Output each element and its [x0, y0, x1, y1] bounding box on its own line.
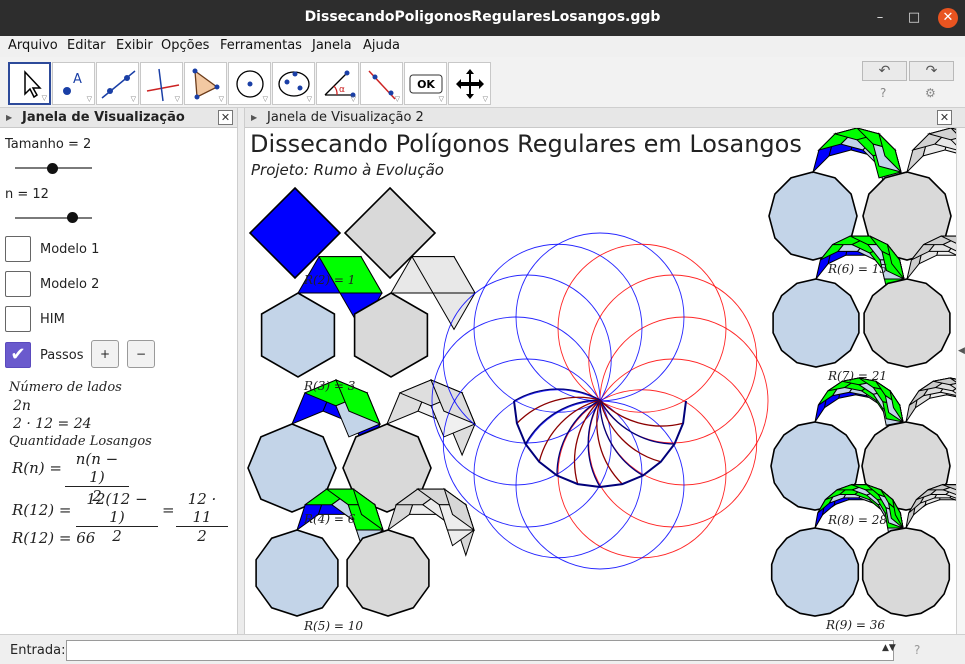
- r12-numerator-2: 12 · 11: [176, 490, 228, 527]
- close-panel-icon[interactable]: ✕: [937, 110, 952, 125]
- menu-editar[interactable]: Editar: [67, 38, 106, 53]
- checkbox-label: Modelo 2: [40, 277, 100, 292]
- checkbox-him[interactable]: [5, 306, 31, 332]
- n-slider-knob[interactable]: [67, 212, 78, 223]
- rosette-arc: [587, 399, 601, 488]
- rn-numerator: n(n − 1): [65, 450, 129, 487]
- equals-sign: =: [162, 501, 175, 519]
- redo-button[interactable]: ↷: [909, 61, 954, 81]
- title-bar: DissecandoPoligonosRegularesLosangos.ggb…: [0, 0, 965, 36]
- r7-label: R(7) = 21: [828, 369, 887, 383]
- r5-label: R(5) = 10: [304, 619, 363, 633]
- menu-arquivo[interactable]: Arquivo: [8, 38, 58, 53]
- graphics2-panel-title: Janela de Visualização 2: [267, 110, 424, 125]
- input-field[interactable]: [66, 640, 894, 661]
- toolbar: ▽ A ▽ ▽ ▽ ▽ ▽ ▽ α ▽ ▽ OK ▽ ▽ ↶ ↷ ? ⚙: [0, 57, 965, 108]
- menu-exibir[interactable]: Exibir: [116, 38, 153, 53]
- reflect-tool-button[interactable]: ▽: [360, 62, 403, 105]
- r9-colored-outline: [770, 527, 860, 617]
- input-history-icon[interactable]: ▲▼: [882, 643, 896, 653]
- checkbox-passos[interactable]: ✔: [5, 342, 31, 368]
- left-panel-header: ▶ Janela de Visualização ✕: [0, 108, 237, 128]
- close-window-button[interactable]: ✕: [938, 8, 958, 28]
- n-label: n = 12: [5, 187, 49, 202]
- input-bar: Entrada: ▲▼ ?: [0, 634, 965, 664]
- r5-gray-outline: [346, 529, 430, 617]
- r5-colored-outline: [255, 529, 339, 617]
- n-slider-track[interactable]: [15, 217, 92, 219]
- r3-label: R(3) = 3: [304, 379, 356, 393]
- checkbox-modelo-1[interactable]: [5, 236, 31, 262]
- tamanho-label: Tamanho = 2: [5, 137, 92, 152]
- expr-2-12: 2 · 12 = 24: [13, 416, 92, 432]
- checkbox-label: HIM: [40, 312, 65, 327]
- r7-gray-outline: [863, 278, 951, 368]
- checkbox-label: Modelo 1: [40, 242, 100, 257]
- close-panel-icon[interactable]: ✕: [218, 110, 233, 125]
- point-tool-button[interactable]: A ▽: [52, 62, 95, 105]
- menu-ferramentas[interactable]: Ferramentas: [220, 38, 302, 53]
- rosette-arc: [599, 399, 684, 427]
- graphics-view-2[interactable]: Dissecando Polígonos Regulares em Losang…: [245, 128, 956, 634]
- line-tool-button[interactable]: ▽: [96, 62, 139, 105]
- move-tool-button[interactable]: ▽: [8, 62, 51, 105]
- tamanho-slider-knob[interactable]: [47, 163, 58, 174]
- expr-2n: 2n: [13, 398, 31, 414]
- graphics2-header: ▶ Janela de Visualização 2 ✕: [245, 108, 965, 128]
- svg-text:OK: OK: [417, 78, 435, 91]
- panel-splitter[interactable]: [237, 108, 245, 634]
- r7-colored-outline: [772, 278, 860, 368]
- r9-gray-outline: [861, 527, 951, 617]
- slider-tool-button[interactable]: OK ▽: [404, 62, 447, 105]
- r9-label: R(9) = 36: [826, 618, 885, 632]
- left-panel-title: Janela de Visualização: [22, 110, 185, 125]
- angle-tool-button[interactable]: α ▽: [316, 62, 359, 105]
- r12-lhs: R(12) =: [12, 501, 72, 519]
- numero-lados-label: Número de lados: [9, 380, 122, 395]
- rosette-arc: [556, 399, 601, 476]
- collapse-arrow-icon[interactable]: ◀: [958, 346, 965, 356]
- checkbox-label: Passos: [40, 348, 84, 363]
- decrement-button[interactable]: −: [127, 340, 155, 368]
- r4-label: R(4) = 6: [304, 512, 356, 526]
- help-icon[interactable]: ?: [880, 86, 886, 100]
- menu-janela[interactable]: Janela: [312, 38, 352, 53]
- minimize-button[interactable]: –: [870, 8, 890, 28]
- panel-menu-icon[interactable]: ▶: [6, 113, 12, 122]
- checkbox-modelo-2[interactable]: [5, 271, 31, 297]
- polygon-tool-button[interactable]: ▽: [184, 62, 227, 105]
- rosette-arc: [573, 399, 601, 485]
- help-icon[interactable]: ?: [914, 643, 920, 657]
- input-label: Entrada:: [10, 643, 66, 658]
- menu-ajuda[interactable]: Ajuda: [363, 38, 400, 53]
- panel-menu-icon[interactable]: ▶: [251, 113, 257, 122]
- right-edge-bar: [956, 128, 965, 634]
- svg-text:α: α: [339, 85, 345, 95]
- r6-label: R(6) = 15: [828, 262, 887, 276]
- increment-button[interactable]: +: [91, 340, 119, 368]
- rn-lhs: R(n) =: [12, 459, 62, 477]
- window-title: DissecandoPoligonosRegularesLosangos.ggb: [304, 9, 661, 25]
- r8-label: R(8) = 28: [828, 513, 887, 527]
- checkmark-icon: ✔: [10, 344, 26, 365]
- svg-text:A: A: [73, 72, 82, 87]
- menu-bar: Arquivo Editar Exibir Opções Ferramentas…: [0, 36, 965, 57]
- perpendicular-tool-button[interactable]: ▽: [140, 62, 183, 105]
- r12-result: R(12) = 66: [12, 529, 96, 547]
- r3-colored-outline: [260, 292, 336, 378]
- quantidade-label: Quantidade Losangos: [9, 434, 152, 449]
- r12-fraction-2: 12 · 11 2: [176, 490, 228, 545]
- maximize-button[interactable]: □: [904, 8, 924, 28]
- menu-opcoes[interactable]: Opções: [161, 38, 209, 53]
- settings-gear-icon[interactable]: ⚙: [925, 86, 936, 100]
- r12-denominator-2: 2: [197, 527, 207, 545]
- r2-label: R(2) = 1: [304, 273, 356, 287]
- undo-button[interactable]: ↶: [862, 61, 907, 81]
- move-graphics-tool-button[interactable]: ▽: [448, 62, 491, 105]
- circle-tool-button[interactable]: ▽: [228, 62, 271, 105]
- conic-tool-button[interactable]: ▽: [272, 62, 315, 105]
- left-graphics-panel: Tamanho = 2 n = 12 Modelo 1 Modelo 2 HIM…: [0, 128, 237, 634]
- r12-numerator-1: 12(12 − 1): [76, 490, 158, 527]
